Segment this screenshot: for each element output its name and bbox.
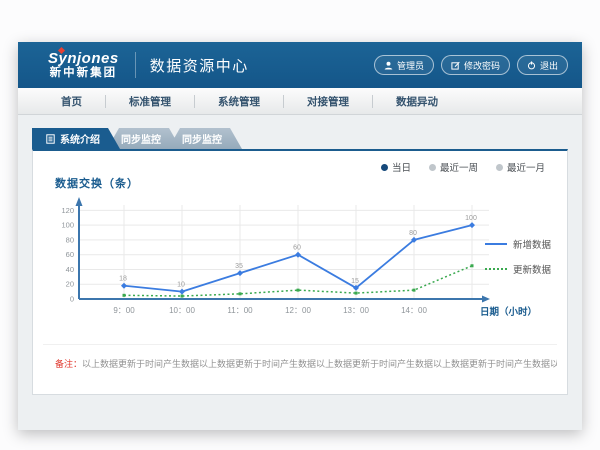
nav-item-system[interactable]: 系统管理 <box>195 94 283 109</box>
logo-text: Synjones <box>48 50 119 67</box>
svg-text:60: 60 <box>66 250 74 259</box>
app-header: Synjones 新中新集团 数据资源中心 管理员 修改密码 <box>18 42 582 88</box>
radio-dot <box>429 164 436 171</box>
radio-label: 当日 <box>392 160 411 174</box>
user-button[interactable]: 管理员 <box>374 55 434 75</box>
svg-text:10：00: 10：00 <box>169 306 195 315</box>
power-icon <box>527 61 536 70</box>
svg-text:120: 120 <box>61 206 74 215</box>
change-password-label: 修改密码 <box>464 59 500 72</box>
logo-company-name: 新中新集团 <box>50 67 118 79</box>
header-divider <box>135 52 136 78</box>
note-divider <box>43 344 557 345</box>
logout-label: 退出 <box>540 59 558 72</box>
svg-text:日期（小时）: 日期（小时） <box>480 306 537 318</box>
footnote-text: 以上数据更新于时间产生数据以上数据更新于时间产生数据以上数据更新于时间产生数据以… <box>82 359 557 369</box>
svg-text:80: 80 <box>66 235 74 244</box>
footnote: 备注：以上数据更新于时间产生数据以上数据更新于时间产生数据以上数据更新于时间产生… <box>55 357 557 370</box>
radio-label: 最近一周 <box>440 160 478 174</box>
logout-button[interactable]: 退出 <box>517 55 568 75</box>
radio-last-week[interactable]: 最近一周 <box>429 160 478 174</box>
radio-dot-selected <box>381 164 388 171</box>
page-title: 数据资源中心 <box>150 55 249 76</box>
time-range-filter: 当日 最近一周 最近一月 <box>381 160 545 174</box>
svg-text:18: 18 <box>119 276 127 283</box>
legend-line-dotted-icon <box>485 268 507 270</box>
legend-label: 新增数据 <box>513 237 551 251</box>
nav-item-home[interactable]: 首页 <box>38 94 105 109</box>
chart-legend: 新增数据 更新数据 <box>485 237 551 276</box>
chart-panel: 当日 最近一周 最近一月 数据交换（条） 18 10 35 60 15 80 100 0 20 4… <box>32 149 568 395</box>
legend-line-solid-icon <box>485 243 507 245</box>
nav-item-standards[interactable]: 标准管理 <box>106 94 194 109</box>
nav-item-data-change[interactable]: 数据异动 <box>373 94 461 109</box>
legend-label: 更新数据 <box>513 262 551 276</box>
legend-item-updated-data: 更新数据 <box>485 262 551 276</box>
tab-label: 系统介绍 <box>60 131 100 146</box>
svg-text:13：00: 13：00 <box>343 306 369 315</box>
change-password-button[interactable]: 修改密码 <box>441 55 510 75</box>
app-window: Synjones 新中新集团 数据资源中心 管理员 修改密码 <box>18 42 582 430</box>
logo-wordmark: Synjones <box>48 51 119 67</box>
legend-item-new-data: 新增数据 <box>485 237 551 251</box>
edit-icon <box>451 61 460 70</box>
document-icon <box>46 134 55 144</box>
tab-label: 同步监控 <box>182 131 222 146</box>
radio-label: 最近一月 <box>507 160 545 174</box>
tab-system-intro[interactable]: 系统介绍 <box>32 128 120 149</box>
chart-svg: 18 10 35 60 15 80 100 0 20 40 60 80 100 120 9：00 10：00 1… <box>49 193 539 331</box>
nav-item-integration[interactable]: 对接管理 <box>284 94 372 109</box>
footnote-prefix: 备注： <box>55 359 82 369</box>
y-axis-title: 数据交换（条） <box>55 175 139 191</box>
svg-text:12：00: 12：00 <box>285 306 311 315</box>
svg-text:15: 15 <box>351 278 359 285</box>
logo: Synjones 新中新集团 <box>48 51 119 80</box>
radio-last-month[interactable]: 最近一月 <box>496 160 545 174</box>
svg-text:60: 60 <box>293 245 301 252</box>
svg-text:10: 10 <box>177 282 185 289</box>
user-icon <box>384 61 393 70</box>
radio-today[interactable]: 当日 <box>381 160 411 174</box>
radio-dot <box>496 164 503 171</box>
svg-text:80: 80 <box>409 230 417 237</box>
svg-text:14：00: 14：00 <box>401 306 427 315</box>
tab-label: 同步监控 <box>121 131 161 146</box>
svg-text:0: 0 <box>70 295 74 304</box>
svg-text:20: 20 <box>66 280 74 289</box>
main-nav: 首页 标准管理 系统管理 对接管理 数据异动 <box>18 88 582 115</box>
svg-text:40: 40 <box>66 265 74 274</box>
svg-text:11：00: 11：00 <box>227 306 253 315</box>
svg-text:35: 35 <box>235 263 243 270</box>
svg-text:9：00: 9：00 <box>113 306 135 315</box>
user-button-label: 管理员 <box>397 59 424 72</box>
tab-bar: 系统介绍 同步监控 同步监控 <box>32 128 582 149</box>
svg-text:100: 100 <box>465 215 477 222</box>
svg-text:100: 100 <box>61 221 74 230</box>
header-actions: 管理员 修改密码 退出 <box>374 55 568 75</box>
content-area: 系统介绍 同步监控 同步监控 当日 最近一周 <box>18 115 582 395</box>
